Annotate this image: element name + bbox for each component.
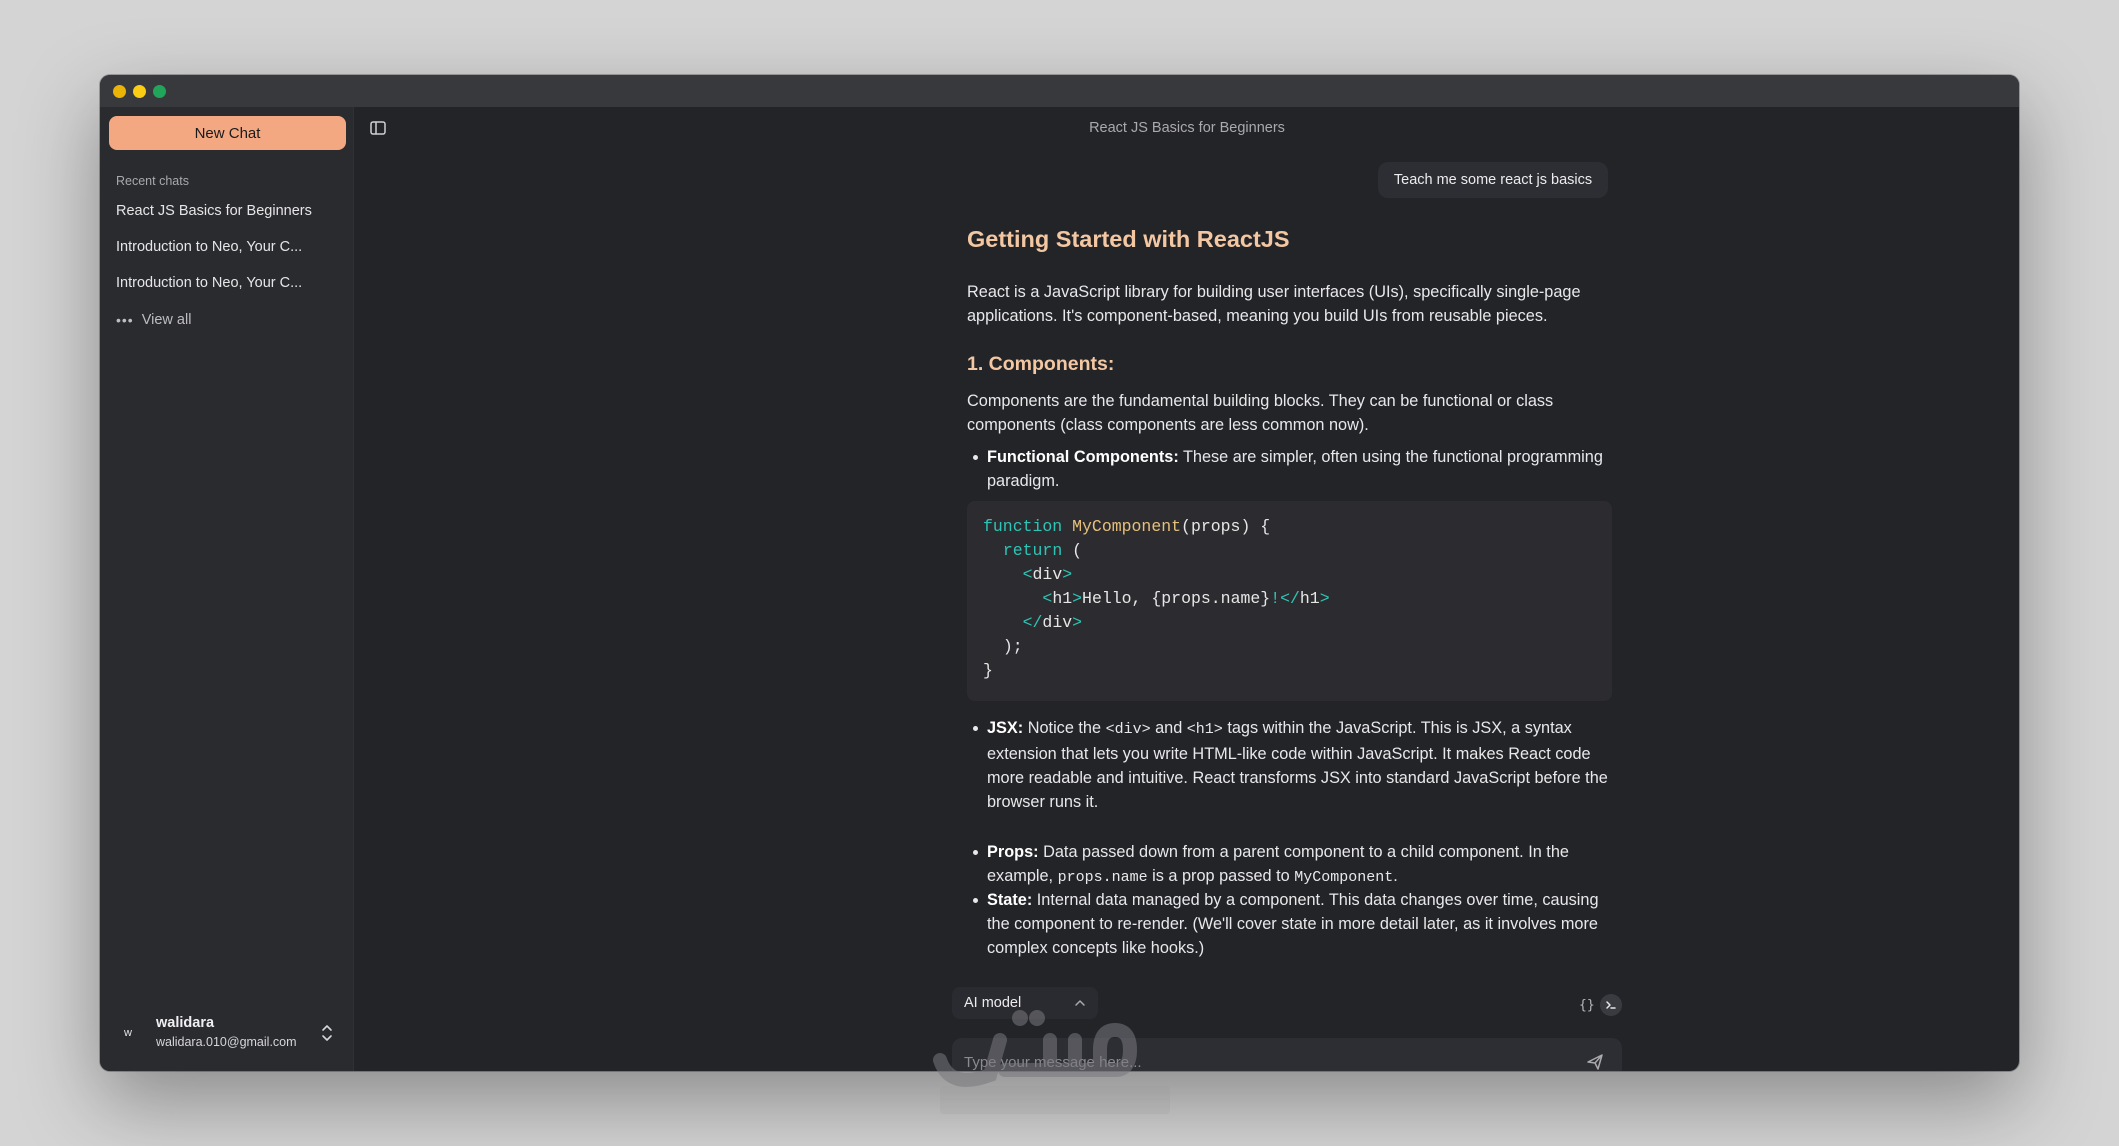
sidebar-chat-item[interactable]: Introduction to Neo, Your C... [116, 275, 302, 291]
code-token: Hello, {props.name} [1082, 589, 1271, 608]
code-token: function [983, 517, 1063, 536]
code-token: return [1002, 541, 1063, 560]
code-token: ! [1270, 589, 1281, 608]
intro-paragraph: React is a JavaScript library for buildi… [967, 283, 1581, 325]
chat-title: React JS Basics for Beginners [1089, 120, 1285, 136]
send-icon[interactable] [1586, 1053, 1604, 1071]
bullet-title: Props: [987, 843, 1039, 861]
section-paragraph: Components are the fundamental building … [967, 392, 1554, 434]
code-token: > [1062, 565, 1073, 584]
view-all-link[interactable]: ••• View all [116, 312, 191, 328]
sidebar-chat-item[interactable]: React JS Basics for Beginners [116, 203, 312, 219]
code-token: } [983, 661, 993, 680]
code-token: </ [1022, 613, 1043, 632]
code-token: < [1022, 565, 1033, 584]
chevron-up-down-icon [322, 1025, 332, 1041]
bullet-text: Notice the [1023, 719, 1106, 737]
code-token: h1 [1299, 589, 1320, 608]
app-window: New Chat Recent chats React JS Basics fo… [100, 75, 2019, 1071]
inline-code: MyComponent [1294, 869, 1394, 886]
list-item: Functional Components: These are simpler… [973, 445, 1612, 493]
bullet-title: Functional Components: [987, 448, 1179, 466]
code-braces-icon[interactable]: {} [1579, 998, 1595, 1013]
minimize-window-button[interactable] [133, 85, 146, 98]
code-token: div [1032, 565, 1063, 584]
view-all-label: View all [141, 312, 192, 328]
response-heading: Getting Started with ReactJS [967, 226, 1290, 252]
code-token: </ [1280, 589, 1300, 608]
code-token: > [1072, 613, 1083, 632]
bullet-text: and [1150, 719, 1187, 737]
list-item: State: Internal data managed by a compon… [973, 888, 1612, 960]
code-token: > [1319, 589, 1330, 608]
code-token: < [1042, 589, 1053, 608]
code-token: (props) { [1181, 517, 1271, 536]
new-chat-button[interactable]: New Chat [109, 116, 346, 150]
bullet-text: is a prop passed to [1147, 867, 1295, 885]
terminal-button[interactable] [1600, 994, 1622, 1016]
user-email: walidara.010@gmail.com [156, 1035, 297, 1049]
recent-chats-label: Recent chats [116, 174, 189, 188]
ellipsis-icon: ••• [116, 312, 134, 328]
code-block: function MyComponent(props) { return ( <… [967, 501, 1612, 701]
user-account-menu[interactable]: w walidara walidara.010@gmail.com [116, 1015, 344, 1055]
code-token: MyComponent [1072, 517, 1182, 536]
zoom-window-button[interactable] [153, 85, 166, 98]
bullet-title: JSX: [987, 719, 1024, 737]
title-bar [100, 75, 2019, 107]
section-heading: 1. Components: [967, 353, 1115, 375]
user-name: walidara [156, 1015, 215, 1031]
inline-code: <h1> [1186, 721, 1223, 738]
bullet-text: Internal data managed by a component. Th… [987, 891, 1599, 957]
bullet-text: . [1393, 867, 1398, 885]
sidebar: New Chat Recent chats React JS Basics fo… [100, 107, 354, 1071]
terminal-icon [1606, 1001, 1616, 1009]
inline-code: props.name [1057, 869, 1148, 886]
watermark-logo [933, 1010, 1170, 1114]
list-item: Props: Data passed down from a parent co… [973, 840, 1612, 890]
user-message-bubble: Teach me some react js basics [1378, 162, 1608, 198]
code-token: div [1042, 613, 1073, 632]
code-token: ( [1062, 541, 1083, 560]
avatar: w [124, 1027, 132, 1039]
code-token: h1 [1052, 589, 1073, 608]
bullet-title: State: [987, 891, 1033, 909]
list-item: JSX: Notice the <div> and <h1> tags with… [973, 716, 1612, 814]
inline-code: <div> [1105, 721, 1151, 738]
sidebar-chat-item[interactable]: Introduction to Neo, Your C... [116, 239, 302, 255]
main-panel: React JS Basics for Beginners Teach me s… [355, 107, 2019, 1071]
code-token: ); [1002, 637, 1023, 656]
close-window-button[interactable] [113, 85, 126, 98]
code-token: > [1072, 589, 1083, 608]
